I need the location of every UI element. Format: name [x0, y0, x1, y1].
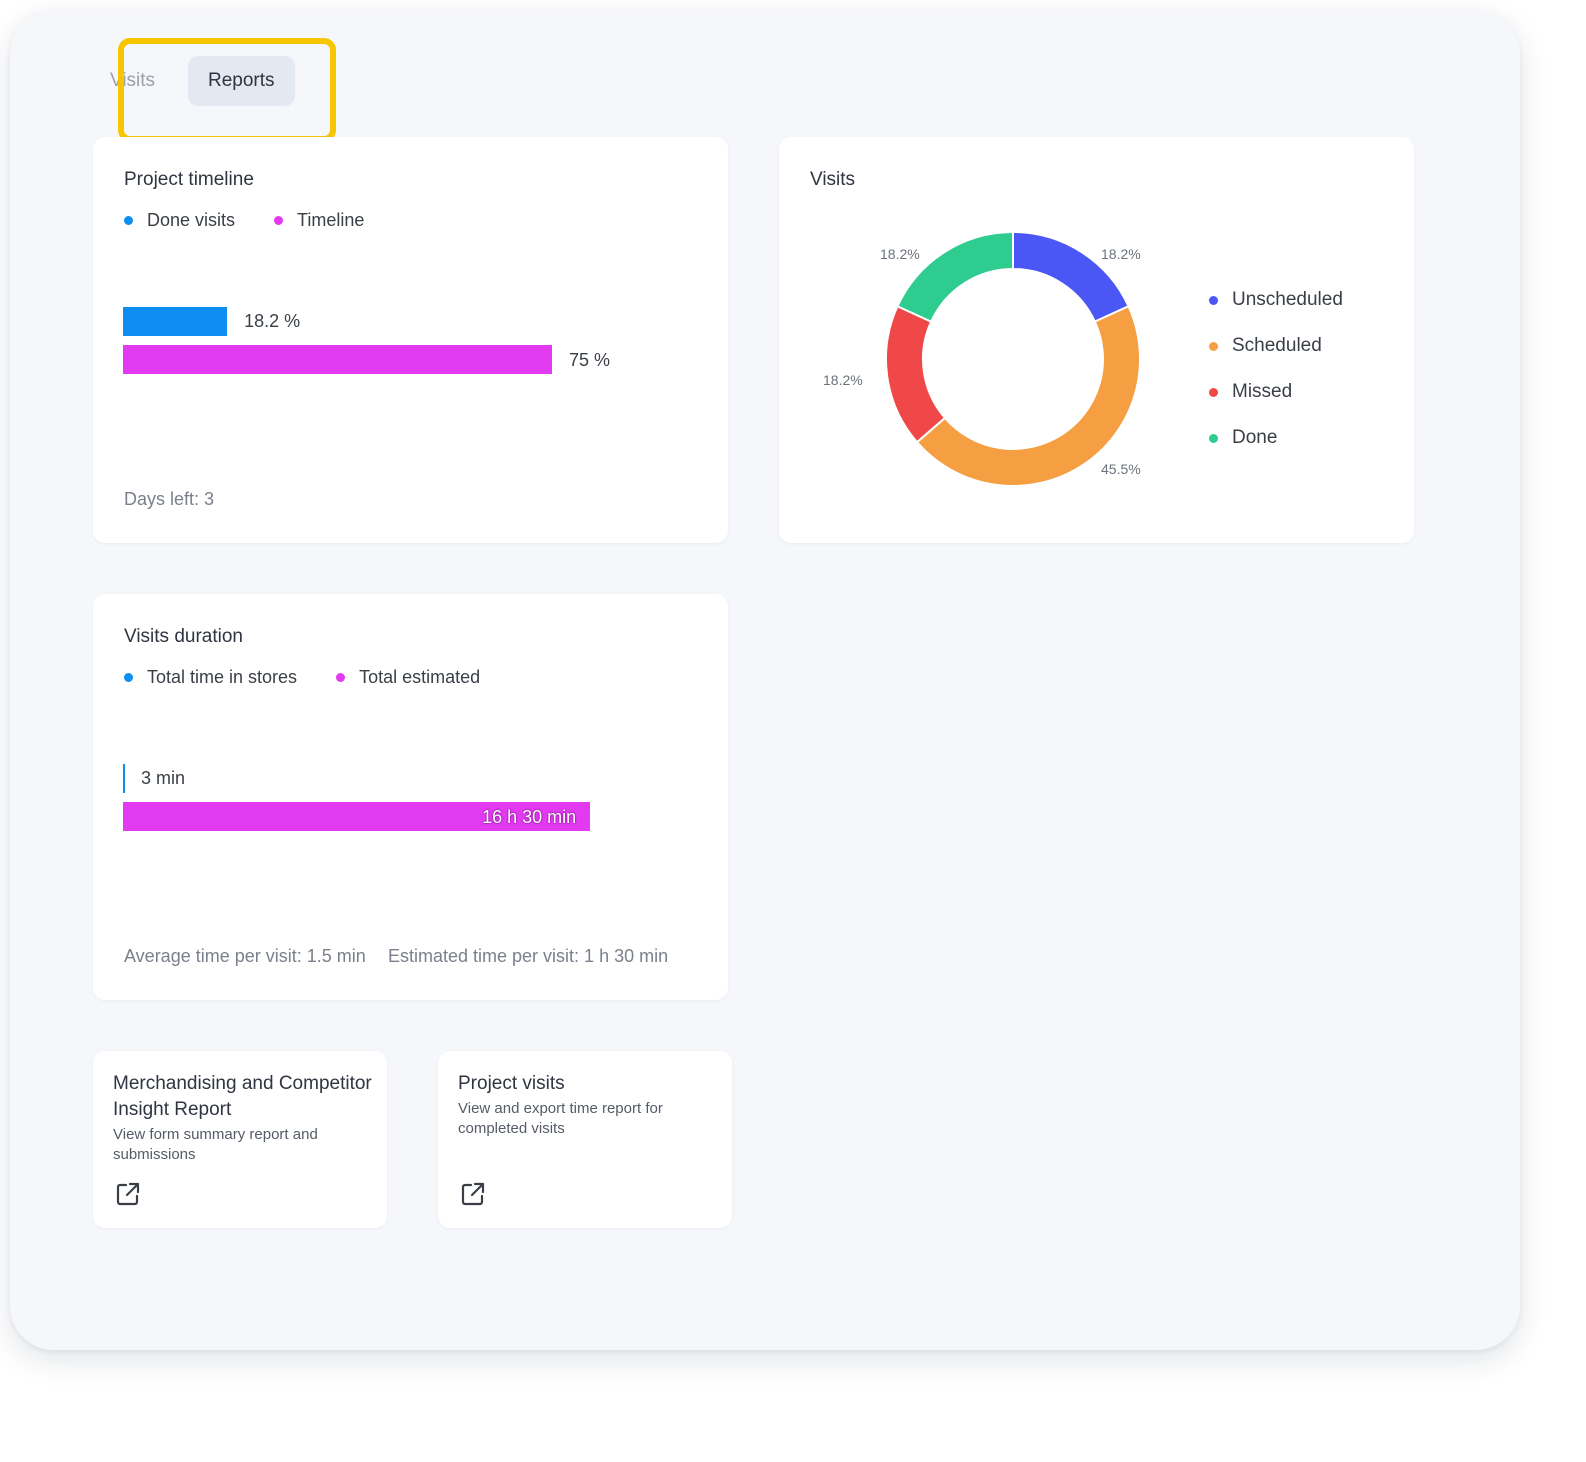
donut-slice-missed — [885, 304, 947, 444]
timeline-bar — [123, 345, 552, 374]
legend-dot — [1209, 387, 1218, 397]
report-card-merchandising[interactable]: Merchandising and Competitor Insight Rep… — [93, 1051, 387, 1228]
legend-label: Scheduled — [1232, 335, 1322, 356]
legend-dot — [124, 673, 133, 682]
card-title: Visits duration — [124, 626, 243, 647]
legend-dot — [1209, 433, 1218, 443]
legend-item-missed: Missed — [1209, 369, 1343, 415]
report-title: Project visits — [458, 1073, 565, 1094]
legend-dot — [124, 216, 133, 225]
total-estimated-value: 16 h 30 min — [482, 807, 577, 827]
slice-label-done: 18.2% — [880, 246, 920, 262]
legend-item-total-time-in-stores: Total time in stores — [124, 667, 297, 688]
reports-panel: Visits Reports Project timeline Done vis… — [10, 10, 1520, 1350]
legend-dot — [274, 216, 284, 225]
external-link-icon[interactable] — [458, 1179, 488, 1209]
legend-label: Missed — [1232, 381, 1293, 402]
total-time-in-stores-value: 3 min — [141, 768, 186, 788]
legend-item-timeline: Timeline — [274, 210, 364, 231]
legend-label: Done — [1232, 427, 1278, 448]
report-title: Merchandising and Competitor Insight Rep… — [113, 1073, 372, 1120]
highlight-frame — [118, 38, 336, 142]
chart-legend: Done visits Timeline — [124, 209, 398, 231]
visits-duration-card: Visits duration Total time in stores Tot… — [93, 594, 728, 1000]
legend-label: Total estimated — [359, 667, 481, 687]
legend-item-scheduled: Scheduled — [1209, 323, 1343, 369]
slice-label-scheduled: 45.5% — [1101, 461, 1141, 477]
chart-legend: Unscheduled Scheduled Missed Done — [1209, 277, 1343, 461]
legend-item-done-visits: Done visits — [124, 210, 235, 231]
legend-label: Timeline — [297, 210, 365, 230]
done-visits-bar — [123, 307, 228, 336]
total-time-in-stores-bar — [123, 764, 125, 793]
estimated-time-per-visit: Estimated time per visit: 1 h 30 min — [388, 946, 669, 966]
legend-dot — [336, 673, 346, 682]
report-card-project-visits[interactable]: Project visits View and export time repo… — [438, 1051, 732, 1228]
external-link-icon[interactable] — [113, 1179, 143, 1209]
visits-card: Visits 18.2% 45.5% 18.2% 18.2% Unschedul… — [779, 137, 1414, 543]
legend-item-total-estimated: Total estimated — [336, 667, 480, 688]
slice-label-missed: 18.2% — [823, 372, 863, 388]
report-description: View form summary report and submissions — [113, 1126, 318, 1163]
done-visits-value: 18.2 % — [244, 311, 301, 331]
chart-legend: Total time in stores Total estimated — [124, 666, 514, 688]
legend-label: Unscheduled — [1232, 289, 1343, 310]
slice-label-unscheduled: 18.2% — [1101, 246, 1141, 262]
timeline-value: 75 % — [569, 350, 611, 370]
report-description: View and export time report for complete… — [458, 1100, 663, 1137]
average-time-per-visit: Average time per visit: 1.5 min — [124, 946, 366, 966]
card-title: Project timeline — [124, 169, 254, 190]
project-timeline-card: Project timeline Done visits Timeline 18… — [93, 137, 728, 543]
legend-label: Done visits — [147, 210, 236, 230]
legend-item-unscheduled: Unscheduled — [1209, 277, 1343, 323]
legend-dot — [1209, 295, 1218, 305]
donut-slice-scheduled — [915, 304, 1141, 487]
days-left: Days left: 3 — [124, 489, 215, 509]
legend-dot — [1209, 341, 1218, 351]
legend-item-done: Done — [1209, 415, 1343, 461]
legend-label: Total time in stores — [147, 667, 298, 687]
